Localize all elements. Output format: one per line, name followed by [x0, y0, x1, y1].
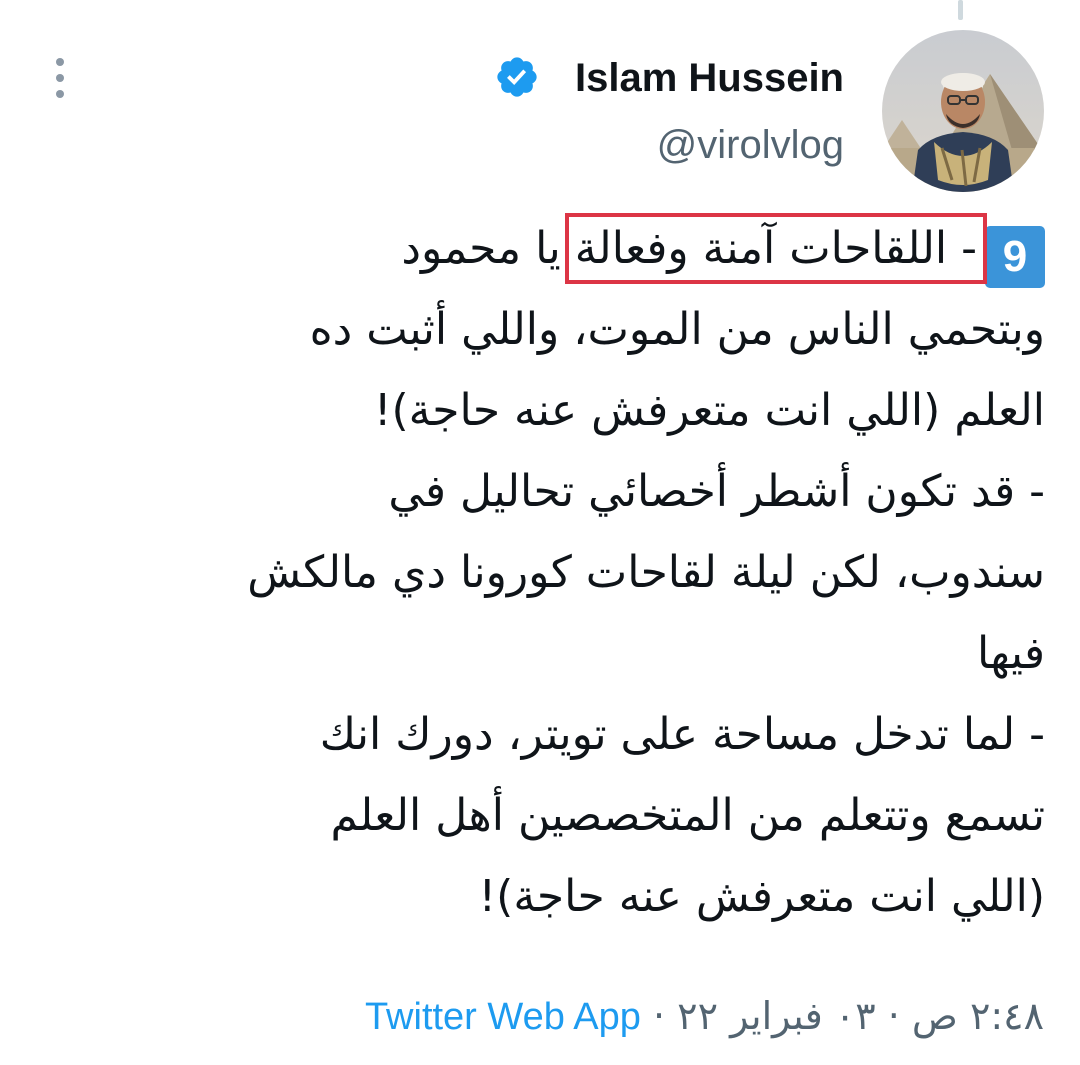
more-dot	[56, 90, 64, 98]
avatar-photo	[882, 30, 1044, 192]
tweet-line: فيها	[977, 628, 1045, 679]
verified-badge-icon	[497, 57, 537, 97]
tweet-line: سندوب، لكن ليلة لقاحات كورونا دي مالكش	[247, 547, 1045, 598]
highlighted-phrase: - اللقاحات آمنة وفعالة	[564, 213, 988, 284]
tweet-line: - لما تدخل مساحة على تويتر، دورك انك	[319, 709, 1045, 760]
more-dot	[56, 74, 64, 82]
tweet-meta: ٢:٤٨ ص · ٠٣ فبراير ٢٢ · Twitter Web App	[365, 988, 1044, 1045]
tweet-line: (اللي انت متعرفش عنه حاجة)!	[478, 871, 1045, 922]
tweet-timestamp[interactable]: ٢:٤٨ ص · ٠٣ فبراير ٢٢	[677, 994, 1044, 1038]
tweet-line: تسمع وتتعلم من المتخصصين أهل العلم	[330, 790, 1045, 841]
tweet-line-rest: يا محمود	[401, 223, 575, 274]
tweet-line: 9- اللقاحات آمنة وفعالة يا محمود	[40, 208, 1045, 289]
tweet-line: وبتحمي الناس من الموت، واللي أثبت ده	[309, 304, 1045, 355]
author-display-name[interactable]: Islam Hussein	[575, 52, 844, 104]
more-options-icon[interactable]	[40, 56, 80, 100]
thread-connector-line	[958, 0, 963, 20]
tweet-line: - قد تكون أشطر أخصائي تحاليل في	[388, 466, 1045, 517]
author-handle[interactable]: @virolvlog	[657, 120, 844, 170]
tweet-source-link[interactable]: Twitter Web App	[365, 996, 641, 1038]
thread-number-badge: 9	[985, 226, 1045, 288]
tweet-text: 9- اللقاحات آمنة وفعالة يا محمود وبتحمي …	[40, 208, 1045, 937]
tweet-line: العلم (اللي انت متعرفش عنه حاجة)!	[373, 385, 1045, 436]
avatar[interactable]	[882, 30, 1044, 192]
more-dot	[56, 58, 64, 66]
meta-separator: ·	[640, 994, 678, 1038]
